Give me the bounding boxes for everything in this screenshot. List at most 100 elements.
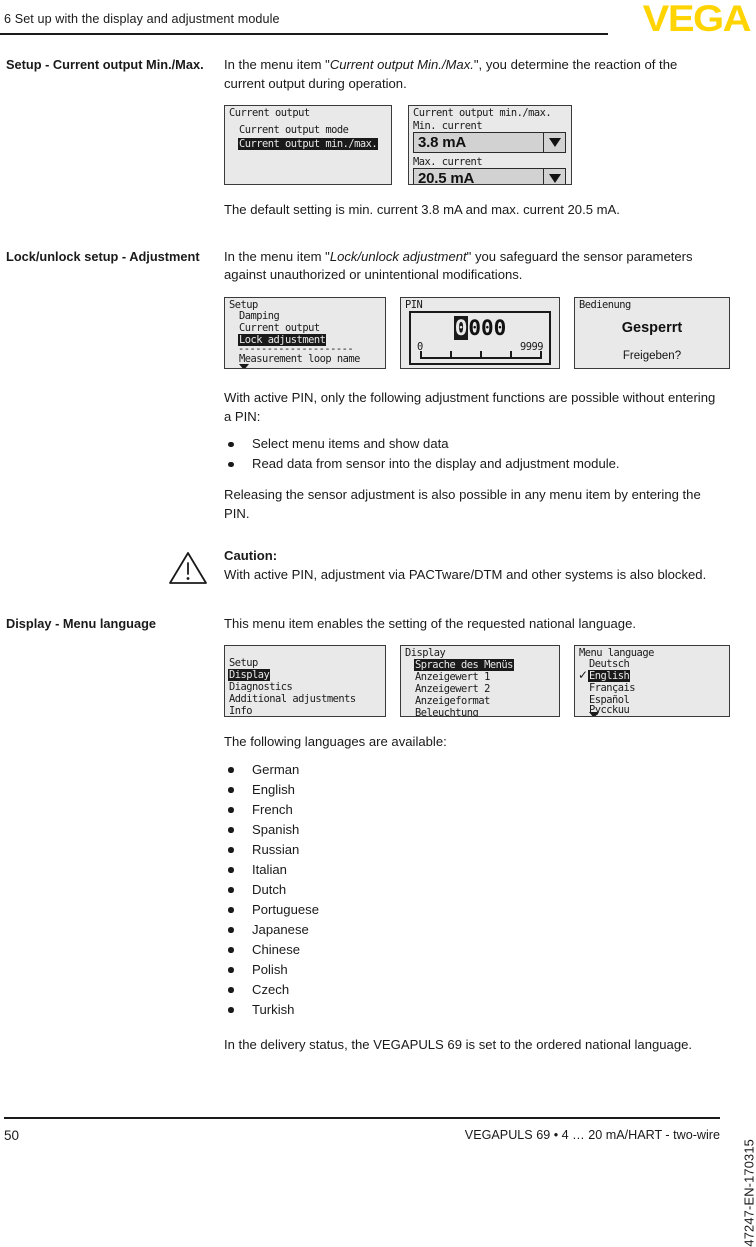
list-item: Turkish xyxy=(224,1000,718,1020)
lcd-menu-item-display[interactable]: Display xyxy=(228,669,271,682)
lcd-current-output-menu: Current output Current output mode Curre… xyxy=(224,105,392,186)
chevron-down-icon[interactable] xyxy=(543,169,565,185)
intro-menu-item-name: Current output Min./Max. xyxy=(329,57,474,72)
lcd-menu-item-diagnostics[interactable]: Diagnostics xyxy=(229,681,293,693)
lcd-value-min-current: 3.8 mA xyxy=(418,134,466,152)
list-item: Select menu items and show data xyxy=(224,434,718,454)
screenshot-row-lock-adjustment: Setup Damping Current output Lock adjust… xyxy=(224,296,734,369)
lcd-menu-item-info[interactable]: Info xyxy=(229,705,253,716)
lcd-language-english[interactable]: English xyxy=(588,670,631,683)
lcd-prompt-release[interactable]: Freigeben? xyxy=(575,350,729,362)
pin-tick xyxy=(510,350,512,358)
lcd-menu-item-anzeigewert-2[interactable]: Anzeigewert 2 xyxy=(415,683,490,695)
marginal-heading-lock-unlock: Lock/unlock setup - Adjustment xyxy=(6,248,200,264)
vega-logo: VEGA xyxy=(642,0,752,40)
lcd-menu-item-measurement-loop-name[interactable]: Measurement loop name xyxy=(239,353,360,365)
paragraph-lock-unlock-intro: In the menu item "Lock/unlock adjustment… xyxy=(224,248,718,285)
lcd-language-deutsch[interactable]: Deutsch xyxy=(589,658,630,670)
document-number: 47247-EN-170315 xyxy=(742,1139,756,1247)
pin-tick xyxy=(540,350,542,358)
lcd-current-output-minmax-detail: Current output min./max. Min. current 3.… xyxy=(408,105,572,186)
caution-title: Caution: xyxy=(224,548,278,564)
pin-frame: 0000 0 9999 xyxy=(409,310,551,365)
list-available-languages: German English French Spanish Russian It… xyxy=(224,760,718,1020)
paragraph-default-setting: The default setting is min. current 3.8 … xyxy=(224,202,620,218)
lcd-combo-min-current[interactable]: 3.8 mA xyxy=(413,132,566,154)
lcd-menu-item-additional-adjustments[interactable]: Additional adjustments xyxy=(229,693,356,705)
screenshot-row-menu-language: Setup Display Diagnostics Additional adj… xyxy=(224,645,734,718)
intro-prefix: In the menu item " xyxy=(224,248,330,264)
list-item: German xyxy=(224,760,718,780)
marginal-heading-current-output: Setup - Current output Min./Max. xyxy=(6,57,204,72)
footer-divider xyxy=(4,1117,720,1119)
scroll-down-arrow-icon[interactable] xyxy=(239,363,249,368)
lcd-menu-item-current-output-minmax[interactable]: Current output min./max. xyxy=(238,138,379,151)
lcd-language-menu: Menu language Deutsch ✓ English Français… xyxy=(574,645,730,718)
lcd-pin-entry: PIN 0000 0 9999 xyxy=(400,296,560,369)
paragraph-current-output-intro: In the menu item "Current output Min./Ma… xyxy=(224,56,718,93)
pin-tick xyxy=(450,350,452,358)
list-item: Dutch xyxy=(224,880,718,900)
list-item: English xyxy=(224,780,718,800)
lcd-setup-menu: Setup Damping Current output Lock adjust… xyxy=(224,296,386,369)
lcd-menu-item-damping[interactable]: Damping xyxy=(239,310,280,322)
paragraph-languages-intro: The following languages are available: xyxy=(224,734,447,750)
section-menu-language: Display - Menu language This menu item e… xyxy=(0,615,756,1055)
paragraph-pin-functions: With active PIN, only the following adju… xyxy=(224,389,716,424)
lcd-menu-item-anzeigeformat[interactable]: Anzeigeformat xyxy=(415,695,490,707)
lcd-title: PIN xyxy=(405,298,423,311)
lcd-menu-item-setup[interactable]: Setup xyxy=(229,657,258,669)
pin-tick xyxy=(420,350,422,358)
paragraph-releasing-adjustment: Releasing the sensor adjustment is also … xyxy=(224,487,701,521)
header-divider xyxy=(0,33,608,35)
lcd-menu-item-sprache-des-menus[interactable]: Sprache des Menüs xyxy=(414,659,514,672)
list-item: Italian xyxy=(224,860,718,880)
pin-digits[interactable]: 0000 xyxy=(411,315,549,340)
lcd-display-menu: Display Sprache des Menüs Anzeigewert 1 … xyxy=(400,645,560,718)
lcd-label-min-current: Min. current xyxy=(413,120,483,133)
section-lock-unlock: Lock/unlock setup - Adjustment In the me… xyxy=(0,248,756,585)
list-item: Spanish xyxy=(224,820,718,840)
lcd-combo-max-current[interactable]: 20.5 mA xyxy=(413,168,566,185)
list-item: Chinese xyxy=(224,940,718,960)
lcd-title: Bedienung xyxy=(579,298,631,311)
lcd-menu-item-current-output-mode[interactable]: Current output mode xyxy=(239,124,349,136)
intro-menu-item-name: Lock/unlock adjustment xyxy=(329,248,467,264)
section-current-output: Setup - Current output Min./Max. In the … xyxy=(0,44,756,220)
page-header: 6 Set up with the display and adjustment… xyxy=(0,0,756,44)
pin-digit-active[interactable]: 0 xyxy=(453,315,469,340)
lcd-menu-item-beleuchtung[interactable]: Beleuchtung xyxy=(415,707,479,716)
list-item: Russian xyxy=(224,840,718,860)
chevron-down-icon[interactable] xyxy=(543,133,565,153)
lcd-language-francais[interactable]: Français xyxy=(589,682,636,694)
screenshot-row-current-output: Current output Current output mode Curre… xyxy=(224,105,718,186)
paragraph-menu-language-intro: This menu item enables the setting of th… xyxy=(224,615,636,631)
lcd-value-max-current: 20.5 mA xyxy=(418,170,475,186)
lcd-root-menu: Setup Display Diagnostics Additional adj… xyxy=(224,645,386,718)
list-item: Czech xyxy=(224,980,718,1000)
caution-text: With active PIN, adjustment via PACTware… xyxy=(224,566,707,582)
lcd-label-max-current: Max. current xyxy=(413,156,483,169)
pin-digits-rest: 000 xyxy=(468,315,507,340)
lcd-title: Current output min./max. xyxy=(413,107,552,120)
list-item: Polish xyxy=(224,960,718,980)
paragraph-delivery-status: In the delivery status, the VEGAPULS 69 … xyxy=(224,1036,693,1052)
scroll-down-arrow-icon[interactable] xyxy=(589,712,599,717)
chapter-title: 6 Set up with the display and adjustment… xyxy=(4,12,280,26)
lcd-title: Display xyxy=(405,647,446,660)
check-icon: ✓ xyxy=(578,668,589,683)
page-number: 50 xyxy=(4,1128,20,1143)
list-pin-allowed-functions: Select menu items and show data Read dat… xyxy=(224,434,718,474)
lcd-bedienung-status: Bedienung Gesperrt Freigeben? xyxy=(574,296,730,369)
list-item: Portuguese xyxy=(224,900,718,920)
lcd-title: Current output xyxy=(229,107,310,120)
warning-triangle-icon xyxy=(169,552,207,585)
list-item: French xyxy=(224,800,718,820)
marginal-heading-menu-language: Display - Menu language xyxy=(6,615,157,631)
product-name: VEGAPULS 69 • 4 … 20 mA/HART - two-wire xyxy=(464,1128,720,1142)
lcd-menu-item-current-output[interactable]: Current output xyxy=(239,322,320,334)
list-item: Read data from sensor into the display a… xyxy=(224,454,718,474)
intro-prefix: In the menu item " xyxy=(224,57,330,72)
list-item: Japanese xyxy=(224,920,718,940)
lcd-menu-item-anzeigewert-1[interactable]: Anzeigewert 1 xyxy=(415,671,490,683)
